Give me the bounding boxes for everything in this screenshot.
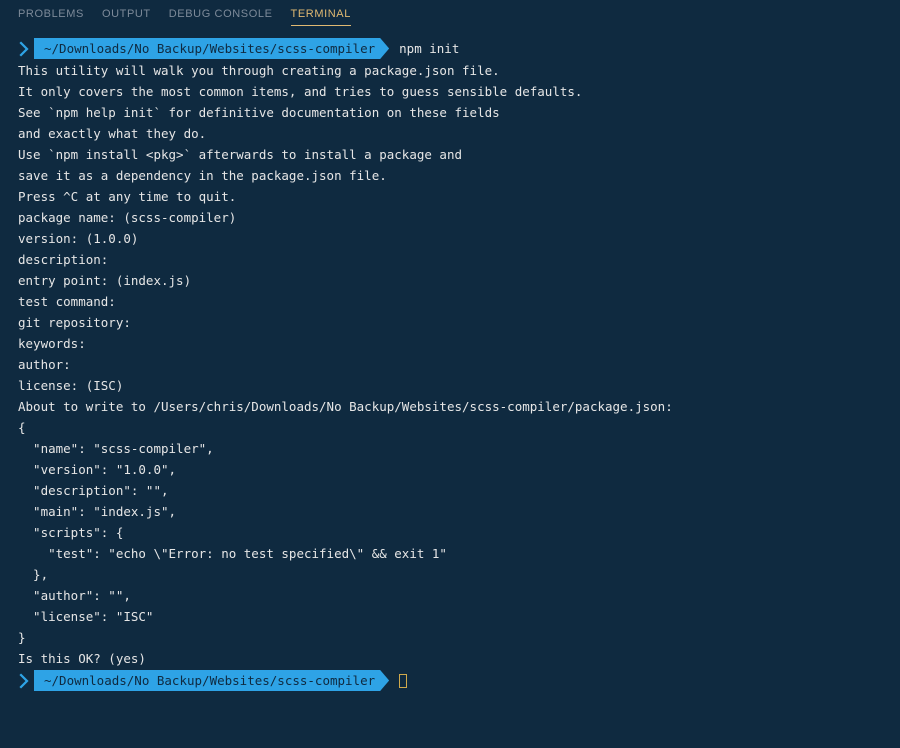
terminal-output-line: Press ^C at any time to quit. — [18, 187, 882, 206]
terminal-output-line: license: (ISC) — [18, 376, 882, 395]
terminal-view[interactable]: ~/Downloads/No Backup/Websites/scss-comp… — [0, 28, 900, 691]
prompt-line-2: ~/Downloads/No Backup/Websites/scss-comp… — [18, 670, 882, 691]
prompt-arrow-icon — [18, 672, 36, 690]
terminal-output-line: "author": "", — [18, 586, 882, 605]
prompt-line-1: ~/Downloads/No Backup/Websites/scss-comp… — [18, 38, 882, 59]
terminal-output-line: "main": "index.js", — [18, 502, 882, 521]
terminal-cursor[interactable] — [399, 674, 407, 688]
terminal-output-line: "version": "1.0.0", — [18, 460, 882, 479]
terminal-output-line: }, — [18, 565, 882, 584]
terminal-output-line: Is this OK? (yes) — [18, 649, 882, 668]
terminal-output-line: description: — [18, 250, 882, 269]
terminal-output-line: git repository: — [18, 313, 882, 332]
terminal-output-line: } — [18, 628, 882, 647]
terminal-output-line: save it as a dependency in the package.j… — [18, 166, 882, 185]
prompt-path: ~/Downloads/No Backup/Websites/scss-comp… — [34, 38, 389, 59]
terminal-output-line: It only covers the most common items, an… — [18, 82, 882, 101]
command-input: npm init — [399, 39, 459, 58]
terminal-output-line: author: — [18, 355, 882, 374]
terminal-output-line: See `npm help init` for definitive docum… — [18, 103, 882, 122]
terminal-output-line: "test": "echo \"Error: no test specified… — [18, 544, 882, 563]
prompt-path: ~/Downloads/No Backup/Websites/scss-comp… — [34, 670, 389, 691]
terminal-output-line: "scripts": { — [18, 523, 882, 542]
terminal-output-line: "description": "", — [18, 481, 882, 500]
terminal-output-line: test command: — [18, 292, 882, 311]
terminal-output-line: Use `npm install <pkg>` afterwards to in… — [18, 145, 882, 164]
terminal-output-line: keywords: — [18, 334, 882, 353]
terminal-output-line: package name: (scss-compiler) — [18, 208, 882, 227]
tab-output[interactable]: OUTPUT — [102, 8, 151, 26]
prompt-arrow-icon — [18, 40, 36, 58]
terminal-output-line: This utility will walk you through creat… — [18, 61, 882, 80]
terminal-output-line: "name": "scss-compiler", — [18, 439, 882, 458]
terminal-output-line: version: (1.0.0) — [18, 229, 882, 248]
tab-debug-console[interactable]: DEBUG CONSOLE — [169, 8, 273, 26]
terminal-output-line: entry point: (index.js) — [18, 271, 882, 290]
terminal-output-line: { — [18, 418, 882, 437]
panel-tabs: PROBLEMS OUTPUT DEBUG CONSOLE TERMINAL — [0, 0, 900, 28]
terminal-output-line: and exactly what they do. — [18, 124, 882, 143]
tab-problems[interactable]: PROBLEMS — [18, 8, 84, 26]
terminal-output-line: About to write to /Users/chris/Downloads… — [18, 397, 882, 416]
terminal-output-line: "license": "ISC" — [18, 607, 882, 626]
tab-terminal[interactable]: TERMINAL — [291, 8, 351, 26]
